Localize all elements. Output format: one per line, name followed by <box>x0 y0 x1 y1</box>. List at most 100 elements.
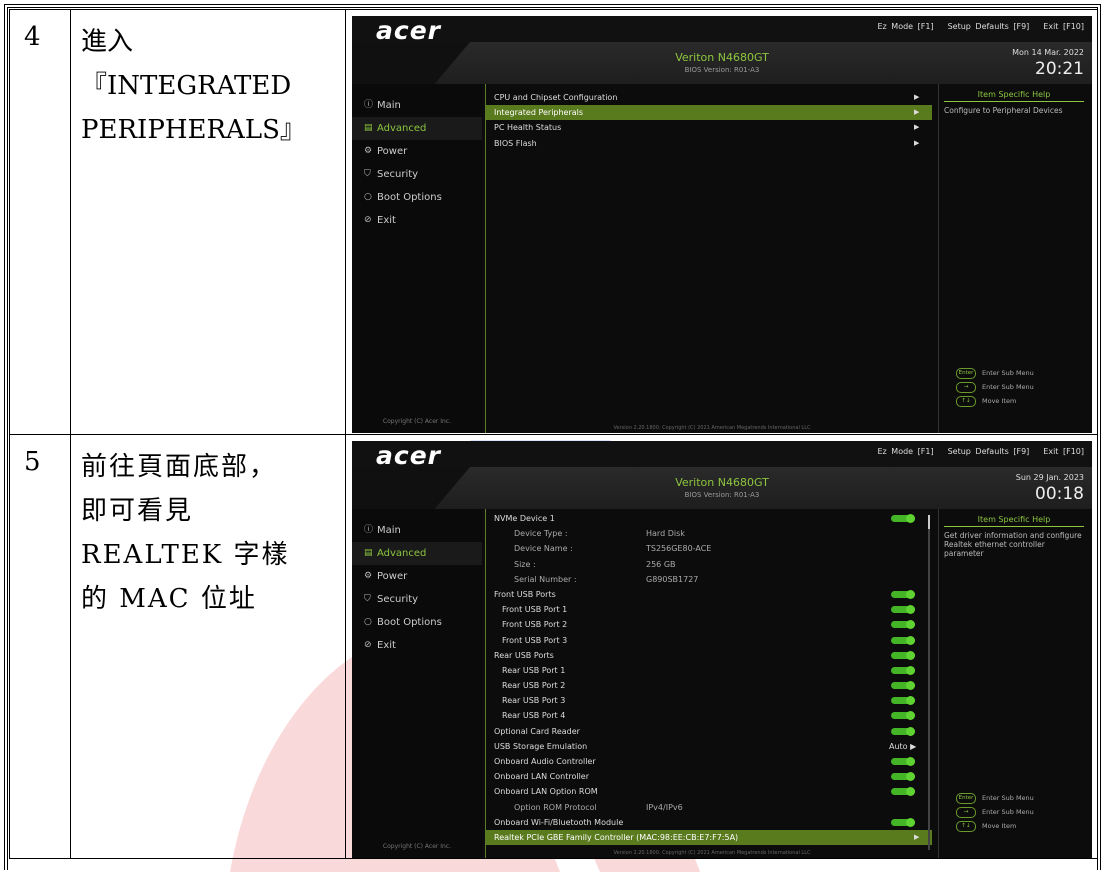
hotkey-button[interactable]: Ez Mode [F1] <box>878 447 934 456</box>
toggle-switch[interactable] <box>891 757 915 766</box>
menu-item[interactable]: BIOS Flash ▶ <box>486 136 932 151</box>
sidebar-item-label: Exit <box>377 640 396 651</box>
sidebar-nav: ⓘ Main ▤ Advanced ⚙ Power ⛉ Security ○ Boot Optio… <box>352 84 482 433</box>
menu-item[interactable]: Size : 256 GB <box>486 557 932 572</box>
menu-item[interactable]: Front USB Port 1 <box>486 602 932 617</box>
menu-item[interactable]: Device Name : TS256GE80-ACE <box>486 541 932 556</box>
menu-item-value[interactable]: Auto ▶ <box>889 739 916 754</box>
sidebar-item[interactable]: ⛉ Security <box>352 588 482 611</box>
scrollbar-thumb[interactable] <box>928 515 930 529</box>
step-text-line: REALTEK 字樣 <box>81 540 290 570</box>
nav-icon: ⛉ <box>364 594 371 604</box>
menu-item[interactable]: Optional Card Reader <box>486 724 932 739</box>
toggle-switch[interactable] <box>891 787 915 797</box>
hotkey-button[interactable]: Setup Defaults [F9] <box>948 447 1030 456</box>
help-title: Item Specific Help <box>944 515 1084 527</box>
toggle-switch[interactable] <box>891 772 915 782</box>
sidebar-item-label: Power <box>377 146 408 157</box>
step-row: 4 進入 『INTEGRATED PERIPHERALS』 acer Ez Mod… <box>9 9 1098 435</box>
menu-item-label: Option ROM Protocol <box>514 802 597 812</box>
menu-item[interactable]: Onboard LAN Option ROM <box>486 784 932 799</box>
bios-footer: Version 2.20.1800. Copyright (C) 2021 Am… <box>613 850 811 856</box>
menu-item[interactable]: Rear USB Port 1 <box>486 663 932 678</box>
help-divider <box>938 509 939 858</box>
toggle-switch[interactable] <box>891 711 915 721</box>
menu-item[interactable]: Onboard LAN Controller <box>486 769 932 784</box>
menu-item[interactable]: Onboard Wi-Fi/Bluetooth Module <box>486 815 932 830</box>
menu-item[interactable]: Onboard Audio Controller <box>486 754 932 769</box>
menu-item[interactable]: CPU and Chipset Configuration ▶ <box>486 90 932 105</box>
menu-item[interactable]: Serial Number : G890SB1727 <box>486 572 932 587</box>
toggle-switch[interactable] <box>891 650 915 660</box>
menu-item[interactable]: USB Storage Emulation Auto ▶ <box>486 739 932 754</box>
sidebar-item[interactable]: ▤ Advanced <box>352 117 482 140</box>
sidebar-item[interactable]: ⓘ Main <box>352 94 482 117</box>
toggle-switch[interactable] <box>891 726 915 736</box>
sidebar-item-label: Advanced <box>377 548 427 559</box>
menu-item[interactable]: Realtek PCIe GBE Family Controller (MAC:… <box>486 829 932 846</box>
step-text-line: 的 MAC 位址 <box>81 584 257 614</box>
key-legend-label: Move Item <box>982 822 1017 830</box>
sidebar-item[interactable]: ▤ Advanced <box>352 542 482 565</box>
chevron-right-icon: ▶ <box>914 93 920 101</box>
chevron-right-icon: ▶ <box>914 138 920 147</box>
nav-icon: ○ <box>364 617 372 627</box>
menu-item-label: Rear USB Port 2 <box>502 681 566 691</box>
toggle-switch[interactable] <box>891 605 915 615</box>
help-divider <box>938 84 939 433</box>
toggle-switch[interactable] <box>891 681 915 691</box>
menu-item[interactable]: Integrated Peripherals ▶ <box>486 105 932 121</box>
sidebar-item[interactable]: ⊘ Exit <box>352 634 482 657</box>
sidebar-item[interactable]: ○ Boot Options <box>352 611 482 634</box>
menu-item[interactable]: Front USB Port 2 <box>486 617 932 632</box>
model-name: Veriton N4680GT <box>675 476 769 489</box>
toggle-switch[interactable] <box>891 514 915 523</box>
sidebar-item[interactable]: ⓘ Main <box>352 519 482 542</box>
date-display: Mon 14 Mar. 2022 <box>1012 48 1084 57</box>
menu-item-label: Serial Number : <box>514 574 577 584</box>
menu-item[interactable]: Rear USB Port 4 <box>486 708 932 723</box>
sidebar-item[interactable]: ○ Boot Options <box>352 186 482 209</box>
sidebar-item[interactable]: ⊘ Exit <box>352 209 482 232</box>
toggle-switch[interactable] <box>891 665 915 675</box>
bios-screenshot-cell: acer Ez Mode [F1] Setup Defaults [F9] Exit … <box>345 434 1098 859</box>
sidebar-item[interactable]: ⛉ Security <box>352 163 482 186</box>
hotkey-button[interactable]: Setup Defaults [F9] <box>948 22 1030 31</box>
sidebar-item[interactable]: ⚙ Power <box>352 565 482 588</box>
toggle-switch[interactable] <box>891 817 915 827</box>
step-text: 進入 『INTEGRATED PERIPHERALS』 <box>70 9 346 435</box>
menu-item[interactable]: Device Type : Hard Disk <box>486 526 932 541</box>
toggle-switch[interactable] <box>891 635 915 645</box>
key-legend-item: ↑↓ Move Item <box>956 819 1034 833</box>
menu-item[interactable]: Rear USB Port 2 <box>486 678 932 693</box>
menu-item-label: Rear USB Port 3 <box>502 696 566 706</box>
nav-icon: ⛉ <box>364 169 371 179</box>
date-display: Sun 29 Jan. 2023 <box>1015 473 1084 482</box>
key-legend-label: Enter Sub Menu <box>982 369 1034 377</box>
menu-item[interactable]: Front USB Port 3 <box>486 633 932 648</box>
menu-item[interactable]: Rear USB Ports <box>486 648 932 663</box>
menu-item[interactable]: Rear USB Port 3 <box>486 693 932 708</box>
sidebar-item[interactable]: ⚙ Power <box>352 140 482 163</box>
key-legend-item: ↑↓ Move Item <box>956 394 1034 408</box>
menu-item[interactable]: NVMe Device 1 <box>486 511 932 526</box>
toggle-switch[interactable] <box>891 620 915 630</box>
menu-item[interactable]: Front USB Ports <box>486 587 932 602</box>
hotkey-button[interactable]: Ez Mode [F1] <box>878 22 934 31</box>
nav-icon: ⓘ <box>364 100 374 110</box>
sidebar-item-label: Security <box>377 169 419 180</box>
nav-icon: ⚙ <box>364 146 373 156</box>
menu-item[interactable]: PC Health Status ▶ <box>486 120 932 135</box>
menu-item[interactable]: Option ROM Protocol IPv4/IPv6 <box>486 800 932 815</box>
step-text-line: 前往頁面底部， <box>81 452 278 482</box>
hotkey-button[interactable]: Exit [F10] <box>1043 22 1084 31</box>
menu-item-label: CPU and Chipset Configuration <box>494 93 618 102</box>
scrollbar[interactable] <box>928 515 930 850</box>
toggle-switch[interactable] <box>891 589 915 599</box>
copyright: Copyright (C) Acer Inc. <box>382 843 452 850</box>
menu-item-label: Size : <box>514 559 536 569</box>
toggle-switch[interactable] <box>891 696 915 706</box>
bios-footer: Version 2.20.1800. Copyright (C) 2021 Am… <box>613 425 811 431</box>
hotkey-button[interactable]: Exit [F10] <box>1043 447 1084 456</box>
